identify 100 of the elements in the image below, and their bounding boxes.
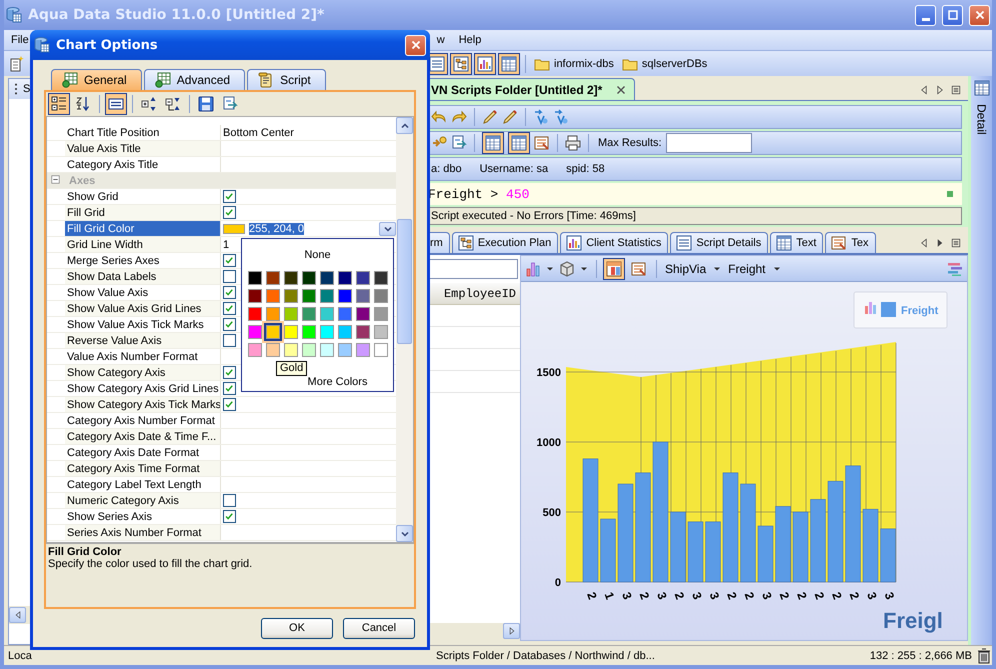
color-swatch[interactable] [248, 289, 262, 303]
property-name[interactable]: Numeric Category Axis [65, 493, 221, 508]
property-name[interactable]: Category Axis Title [65, 157, 221, 172]
maximize-button[interactable] [942, 4, 963, 26]
toolbar-toggle[interactable] [498, 52, 520, 74]
scroll-down-button[interactable] [396, 525, 413, 542]
checkbox[interactable] [223, 254, 236, 267]
property-name[interactable]: Chart Title Position [65, 125, 221, 140]
color-swatch[interactable] [248, 307, 262, 321]
color-swatch[interactable] [302, 343, 316, 357]
cube-icon[interactable] [559, 260, 575, 276]
property-name[interactable]: Fill Grid Color [65, 221, 221, 236]
color-swatch[interactable] [320, 289, 334, 303]
color-swatch[interactable] [302, 289, 316, 303]
property-name[interactable]: Show Data Labels [65, 269, 221, 284]
checkbox[interactable] [223, 334, 236, 347]
color-swatch[interactable] [356, 325, 370, 339]
color-swatch[interactable] [284, 271, 298, 285]
color-swatch[interactable] [266, 289, 280, 303]
result-tab[interactable]: Tex [825, 232, 876, 253]
color-swatch[interactable] [320, 343, 334, 357]
minimize-button[interactable] [915, 4, 936, 26]
property-name[interactable]: Merge Series Axes [65, 253, 221, 268]
property-name[interactable]: Category Label Text Length [65, 477, 221, 492]
property-name[interactable]: Show Category Axis [65, 365, 221, 380]
redo-icon[interactable] [451, 109, 467, 125]
toolbar-toggle[interactable] [474, 52, 496, 74]
color-swatch[interactable] [320, 307, 334, 321]
toolbar-toggle[interactable] [482, 132, 504, 154]
color-swatch[interactable] [302, 271, 316, 285]
color-swatch[interactable] [266, 307, 280, 321]
color-swatch[interactable] [356, 307, 370, 321]
result-tab[interactable]: Client Statistics [560, 232, 668, 253]
close-button[interactable] [405, 34, 426, 56]
tab[interactable]: General [51, 69, 142, 90]
pencil-icon[interactable] [482, 109, 498, 125]
print-icon[interactable] [565, 135, 581, 151]
color-swatch[interactable] [374, 289, 388, 303]
checkbox[interactable] [223, 206, 236, 219]
result-tab[interactable]: Text [770, 232, 824, 253]
menu-item[interactable]: w [430, 34, 452, 46]
property-name[interactable]: Grid Line Width [65, 237, 221, 252]
cancel-button[interactable]: Cancel [343, 618, 415, 638]
color-swatch[interactable] [374, 271, 388, 285]
result-tab[interactable]: rm [428, 232, 450, 253]
property-name[interactable]: Show Series Axis [65, 509, 221, 524]
search-field[interactable] [428, 259, 518, 279]
property-name[interactable]: Reverse Value Axis [65, 333, 221, 348]
scroll-right-button[interactable] [503, 623, 520, 639]
checkbox[interactable] [223, 318, 236, 331]
color-swatch[interactable] [266, 271, 280, 285]
property-name[interactable]: Fill Grid [65, 205, 221, 220]
toolbar-toggle[interactable] [508, 132, 530, 154]
max-results-field[interactable] [666, 133, 752, 153]
color-swatch[interactable] [284, 307, 298, 321]
checkbox[interactable] [223, 494, 236, 507]
convert-icon[interactable] [553, 109, 569, 125]
color-swatch[interactable] [284, 289, 298, 303]
result-tab[interactable]: Execution Plan [452, 232, 558, 253]
color-swatch[interactable] [248, 325, 262, 339]
color-swatch[interactable] [284, 343, 298, 357]
color-swatch[interactable] [338, 343, 352, 357]
tab[interactable]: Script [247, 69, 326, 90]
menu-item[interactable]: Help [452, 34, 488, 46]
color-swatch[interactable] [338, 325, 352, 339]
none-option[interactable]: None [304, 249, 331, 261]
color-swatch[interactable] [356, 289, 370, 303]
property-name[interactable]: Show Category Axis Grid Lines [65, 381, 221, 396]
scroll-left-button[interactable] [9, 607, 26, 623]
property-name[interactable]: Category Axis Date Format [65, 445, 221, 460]
list-icon[interactable] [950, 237, 962, 249]
color-swatch[interactable] [266, 343, 280, 357]
color-swatch[interactable] [374, 307, 388, 321]
undo-icon[interactable] [431, 109, 447, 125]
trash-icon[interactable] [976, 648, 992, 664]
color-swatch[interactable] [248, 271, 262, 285]
convert-icon[interactable] [533, 109, 549, 125]
color-swatch[interactable] [356, 271, 370, 285]
color-swatch[interactable] [302, 307, 316, 321]
color-swatch[interactable] [356, 343, 370, 357]
color-swatch[interactable] [338, 307, 352, 321]
legend-icon[interactable] [947, 260, 963, 276]
checkbox[interactable] [223, 270, 236, 283]
tab[interactable]: Advanced [144, 69, 246, 90]
dropdown-button[interactable] [379, 222, 396, 236]
side-panel-tab[interactable]: Detail [974, 104, 988, 135]
scroll-up-button[interactable] [396, 117, 413, 134]
field-dropdown[interactable]: Freight [726, 262, 768, 276]
color-swatch[interactable] [302, 325, 316, 339]
checkbox[interactable] [223, 398, 236, 411]
checkbox[interactable] [223, 190, 236, 203]
color-swatch[interactable] [374, 325, 388, 339]
scroll-thumb[interactable] [397, 219, 412, 344]
checkbox[interactable] [223, 510, 236, 523]
property-name[interactable]: Show Value Axis Tick Marks [65, 317, 221, 332]
toolbar-toggle[interactable] [603, 258, 625, 280]
ok-button[interactable]: OK [261, 618, 333, 638]
property-name[interactable]: Show Value Axis [65, 285, 221, 300]
toolbar-toggle[interactable] [450, 52, 472, 74]
new-file-icon[interactable] [8, 56, 24, 72]
